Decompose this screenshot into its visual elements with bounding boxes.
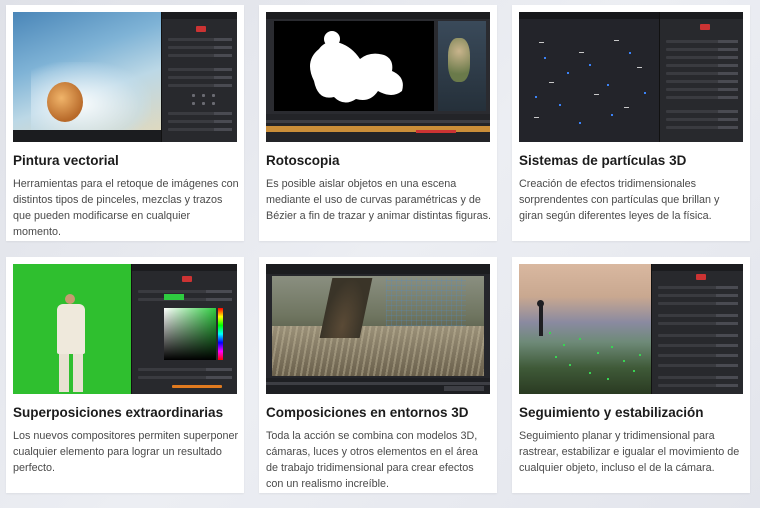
vector-paint-screenshot (13, 12, 237, 142)
feature-card-3d-compositing[interactable]: Composiciones en entornos 3D Toda la acc… (259, 257, 497, 493)
inspector-panel (131, 264, 237, 394)
inspector-panel (651, 264, 743, 394)
overlays-screenshot (13, 264, 237, 394)
card-description: Los nuevos compositores permiten superpo… (13, 430, 239, 474)
inspector-panel (161, 12, 237, 142)
feature-card-rotoscoping[interactable]: Rotoscopia Es posible aislar objetos en … (259, 5, 497, 241)
card-title: Composiciones en entornos 3D (266, 405, 469, 420)
card-description: Es posible aislar objetos en una escena … (266, 178, 492, 222)
card-title: Rotoscopia (266, 153, 340, 168)
card-description: Creación de efectos tridimensionales sor… (519, 178, 720, 222)
card-title: Seguimiento y estabilización (519, 405, 704, 420)
feature-card-overlays[interactable]: Superposiciones extraordinarias Los nuev… (6, 257, 244, 493)
3d-compositing-screenshot (266, 264, 490, 394)
feature-card-particle-systems[interactable]: Sistemas de partículas 3D Creación de ef… (512, 5, 750, 241)
card-title: Pintura vectorial (13, 153, 119, 168)
card-title: Superposiciones extraordinarias (13, 405, 224, 420)
particle-systems-screenshot (519, 12, 743, 142)
card-description: Toda la acción se combina con modelos 3D… (266, 430, 478, 490)
tracking-screenshot (519, 264, 743, 394)
card-title: Sistemas de partículas 3D (519, 153, 687, 168)
card-description: Herramientas para el retoque de imágenes… (13, 178, 239, 238)
inspector-panel (659, 12, 743, 142)
card-description: Seguimiento planar y tridimensional para… (519, 430, 740, 474)
matte-silhouette-icon (310, 31, 403, 103)
feature-card-tracking[interactable]: Seguimiento y estabilización Seguimiento… (512, 257, 750, 493)
feature-card-vector-paint[interactable]: Pintura vectorial Herramientas para el r… (6, 5, 244, 241)
rotoscoping-screenshot (266, 12, 490, 142)
